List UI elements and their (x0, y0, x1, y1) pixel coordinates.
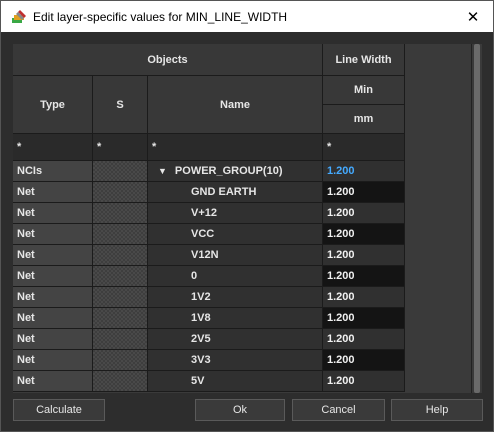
row-value-cell[interactable]: 1.200 (323, 224, 405, 245)
row-type-cell[interactable]: Net (13, 203, 93, 224)
app-icon (12, 9, 26, 23)
name-column-header[interactable]: Name (148, 76, 323, 134)
row-type-cell[interactable]: Net (13, 182, 93, 203)
row-value-cell[interactable]: 1.200 (323, 287, 405, 308)
row-value-cell[interactable]: 1.200 (323, 266, 405, 287)
row-name-cell[interactable]: 5V (148, 371, 323, 392)
row-name-cell[interactable]: V12N (148, 245, 323, 266)
ok-button[interactable]: Ok (195, 399, 285, 421)
row-type-cell[interactable]: Net (13, 266, 93, 287)
row-s-cell[interactable] (93, 266, 148, 287)
title-bar: Edit layer-specific values for MIN_LINE_… (1, 1, 493, 32)
row-name-cell[interactable]: VCC (148, 224, 323, 245)
row-s-cell[interactable] (93, 350, 148, 371)
row-s-cell[interactable] (93, 182, 148, 203)
row-value-cell[interactable]: 1.200 (323, 371, 405, 392)
row-s-cell[interactable] (93, 203, 148, 224)
row-value-cell[interactable]: 1.200 (323, 245, 405, 266)
row-value-cell[interactable]: 1.200 (323, 308, 405, 329)
row-value-cell[interactable]: 1.200 (323, 203, 405, 224)
row-value-cell[interactable]: 1.200 (323, 329, 405, 350)
row-s-cell[interactable] (93, 161, 148, 182)
window-title: Edit layer-specific values for MIN_LINE_… (33, 9, 288, 24)
row-s-cell[interactable] (93, 329, 148, 350)
row-name-cell[interactable]: GND EARTH (148, 182, 323, 203)
scrollbar-thumb[interactable] (474, 44, 480, 393)
row-s-cell[interactable] (93, 308, 148, 329)
row-name-cell[interactable]: 1V2 (148, 287, 323, 308)
row-value-cell[interactable]: 1.200 (323, 161, 405, 182)
row-name-cell[interactable]: V+12 (148, 203, 323, 224)
expand-triangle-icon[interactable]: ▼ (158, 166, 167, 176)
line-width-group-header: Line Width (323, 44, 405, 76)
row-type-cell[interactable]: Net (13, 245, 93, 266)
type-column-header[interactable]: Type (13, 76, 93, 134)
values-grid[interactable]: Objects Line Width Type S Name Min mm * … (13, 44, 471, 393)
vertical-scrollbar[interactable] (471, 44, 482, 393)
row-s-cell[interactable] (93, 287, 148, 308)
row-type-cell[interactable]: Net (13, 224, 93, 245)
row-type-cell[interactable]: Net (13, 350, 93, 371)
s-column-header[interactable]: S (93, 76, 148, 134)
row-value-cell[interactable]: 1.200 (323, 350, 405, 371)
row-type-cell[interactable]: Net (13, 308, 93, 329)
row-type-cell[interactable]: Net (13, 329, 93, 350)
row-s-cell[interactable] (93, 245, 148, 266)
close-icon: ✕ (466, 8, 480, 26)
row-name-label: POWER_GROUP(10) (174, 165, 283, 177)
calculate-button[interactable]: Calculate (13, 399, 105, 421)
row-s-cell[interactable] (93, 371, 148, 392)
objects-group-header: Objects (13, 44, 323, 76)
type-filter[interactable]: * (13, 134, 93, 161)
row-name-cell[interactable]: 2V5 (148, 329, 323, 350)
row-type-cell[interactable]: NCIs (13, 161, 93, 182)
cancel-button[interactable]: Cancel (292, 399, 385, 421)
row-name-cell[interactable]: 3V3 (148, 350, 323, 371)
row-type-cell[interactable]: Net (13, 287, 93, 308)
row-name-cell[interactable]: ▼ POWER_GROUP(10) (148, 161, 323, 182)
row-value-cell[interactable]: 1.200 (323, 182, 405, 203)
row-name-cell[interactable]: 1V8 (148, 308, 323, 329)
value-filter[interactable]: * (323, 134, 405, 161)
min-column-header[interactable]: Min (323, 76, 405, 105)
row-s-cell[interactable] (93, 224, 148, 245)
close-button[interactable]: ✕ (453, 1, 493, 32)
dialog-window: Edit layer-specific values for MIN_LINE_… (0, 0, 494, 432)
row-type-cell[interactable]: Net (13, 371, 93, 392)
name-filter[interactable]: * (148, 134, 323, 161)
row-name-cell[interactable]: 0 (148, 266, 323, 287)
unit-column-header: mm (323, 105, 405, 134)
help-button[interactable]: Help (391, 399, 483, 421)
s-filter[interactable]: * (93, 134, 148, 161)
